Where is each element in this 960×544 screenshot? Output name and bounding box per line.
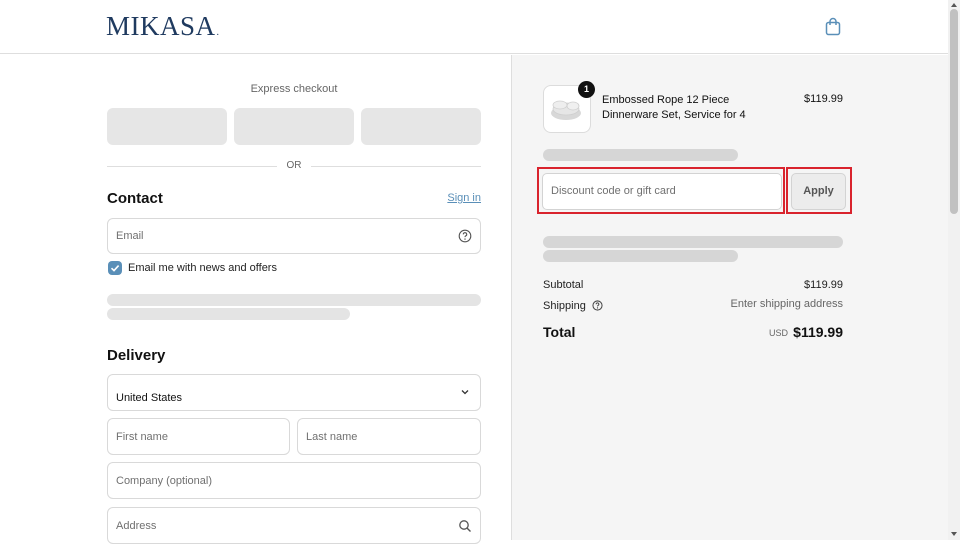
delivery-title: Delivery bbox=[107, 347, 166, 364]
check-icon bbox=[110, 265, 120, 272]
shipping-row: Shipping Enter shipping address bbox=[543, 298, 843, 312]
order-summary: 1 Embossed Rope 12 Piece Dinnerware Set,… bbox=[511, 55, 948, 540]
express-pay-button-2[interactable] bbox=[234, 108, 354, 145]
first-name-placeholder: First name bbox=[116, 431, 168, 443]
loading-placeholder bbox=[107, 308, 350, 320]
question-circle-icon[interactable] bbox=[458, 229, 472, 243]
shopping-bag-icon bbox=[825, 17, 841, 36]
loading-placeholder bbox=[543, 236, 843, 248]
express-pay-button-3[interactable] bbox=[361, 108, 481, 145]
email-field[interactable]: Email bbox=[107, 218, 481, 254]
checkout-form: Express checkout OR Contact Sign in Emai… bbox=[0, 55, 511, 544]
shipping-label: Shipping bbox=[543, 300, 586, 312]
shipping-value: Enter shipping address bbox=[730, 298, 843, 310]
company-placeholder: Company (optional) bbox=[116, 475, 212, 487]
last-name-placeholder: Last name bbox=[306, 431, 358, 443]
loading-placeholder bbox=[543, 250, 738, 262]
product-name: Embossed Rope 12 Piece Dinnerware Set, S… bbox=[602, 94, 746, 121]
sign-in-link[interactable]: Sign in bbox=[430, 192, 481, 204]
chevron-down-icon bbox=[461, 390, 469, 395]
scrollbar-thumb[interactable] bbox=[950, 9, 958, 214]
discount-placeholder: Discount code or gift card bbox=[551, 185, 676, 197]
apply-button[interactable]: Apply bbox=[791, 173, 846, 210]
product-price: $119.99 bbox=[804, 93, 843, 105]
discount-code-input[interactable]: Discount code or gift card bbox=[542, 173, 782, 210]
or-label: OR bbox=[286, 160, 302, 171]
subtotal-value: $119.99 bbox=[804, 279, 843, 291]
express-pay-button-1[interactable] bbox=[107, 108, 227, 145]
total-row: Total USD $119.99 bbox=[543, 324, 843, 342]
country-select[interactable]: United States bbox=[107, 374, 481, 411]
contact-title: Contact bbox=[107, 190, 163, 207]
company-field[interactable]: Company (optional) bbox=[107, 462, 481, 499]
country-value: United States bbox=[116, 392, 183, 404]
question-circle-icon[interactable] bbox=[592, 300, 603, 311]
subtotal-row: Subtotal $119.99 bbox=[543, 279, 843, 291]
logo-mark: . bbox=[216, 27, 220, 38]
mikasa-logo[interactable]: MIKASA. bbox=[106, 11, 220, 42]
total-label: Total bbox=[543, 324, 576, 340]
quantity-badge: 1 bbox=[578, 81, 595, 98]
newsletter-label: Email me with news and offers bbox=[128, 262, 277, 274]
scroll-up-arrow-icon[interactable] bbox=[951, 3, 957, 7]
subtotal-label: Subtotal bbox=[543, 279, 584, 291]
scroll-down-arrow-icon[interactable] bbox=[951, 532, 957, 536]
first-name-field[interactable]: First name bbox=[107, 418, 290, 455]
address-placeholder: Address bbox=[116, 520, 157, 532]
address-field[interactable]: Address bbox=[107, 507, 481, 544]
search-icon[interactable] bbox=[458, 519, 472, 533]
total-value: $119.99 bbox=[793, 324, 843, 340]
cart-button[interactable] bbox=[824, 17, 842, 37]
logo-text: MIKASA bbox=[106, 11, 216, 41]
loading-placeholder bbox=[107, 294, 481, 306]
email-placeholder: Email bbox=[116, 230, 144, 242]
total-currency: USD bbox=[768, 328, 788, 338]
site-header: MIKASA. bbox=[0, 0, 948, 54]
page-scrollbar[interactable] bbox=[948, 0, 960, 540]
express-checkout-title: Express checkout bbox=[250, 83, 338, 95]
newsletter-checkbox[interactable] bbox=[108, 261, 122, 275]
last-name-field[interactable]: Last name bbox=[297, 418, 481, 455]
loading-placeholder bbox=[543, 149, 738, 161]
